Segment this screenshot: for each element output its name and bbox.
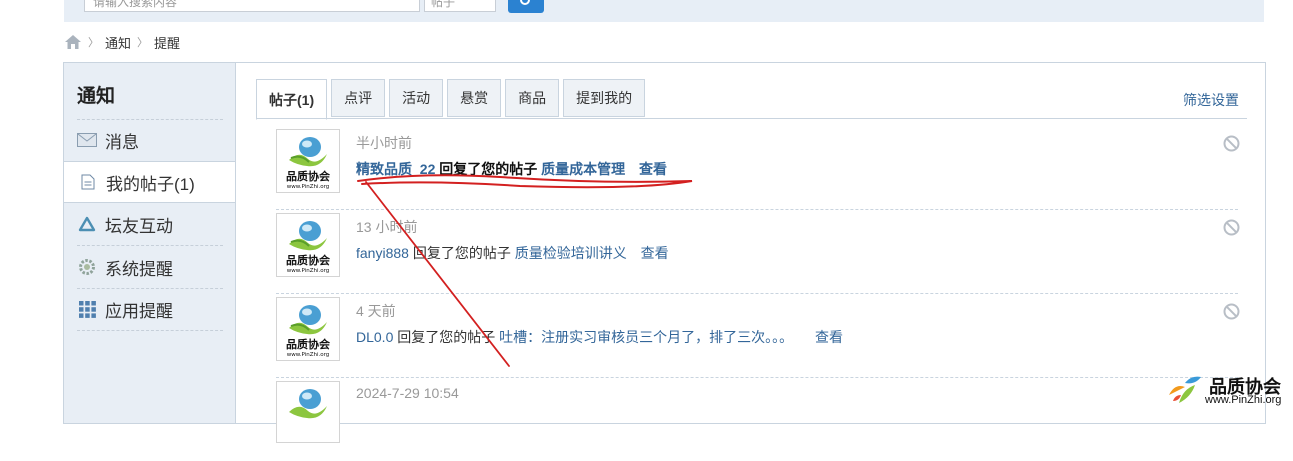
divider [256, 118, 1247, 119]
notice-view-link[interactable]: 查看 [639, 161, 667, 177]
envelope-icon [77, 132, 97, 148]
notice-thread-link[interactable]: 质量检验培训讲义 [515, 245, 627, 261]
sidebar-item-label: 系统提醒 [105, 259, 173, 279]
notice-user-link[interactable]: DL0.0 [356, 329, 393, 345]
tab-mentions[interactable]: 提到我的 [563, 79, 646, 117]
breadcrumb: 〉 通知 〉 提醒 [64, 33, 180, 51]
sidebar-item-apps[interactable]: 应用提醒 [77, 288, 223, 331]
breadcrumb-notice[interactable]: 通知 [105, 33, 131, 52]
search-input[interactable]: 请输入搜索内容 [84, 0, 420, 12]
sidebar-item-label: 应用提醒 [105, 301, 173, 321]
svg-text:www.PinZhi.org: www.PinZhi.org [287, 268, 330, 274]
sidebar-item-label: 消息 [105, 132, 139, 152]
home-icon[interactable] [64, 34, 82, 50]
grid-icon [77, 300, 97, 318]
breadcrumb-separator: 〉 [137, 37, 149, 49]
notice-view-link[interactable]: 查看 [641, 245, 669, 261]
notice-text: DL0.0 回复了您的帖子 吐槽：注册实习审核员三个月了，排了三次。。。 查看 [356, 327, 843, 347]
notice-time: 13 小时前 [356, 219, 418, 235]
leaf-logo-icon [1169, 376, 1201, 403]
notice-verb: 回复了您的帖子 [439, 161, 538, 177]
watermark-url: www.PinZhi.org [1205, 394, 1282, 406]
svg-text:品质协会: 品质协会 [286, 337, 331, 351]
sidebar-title: 通知 [77, 86, 116, 107]
tab-posts[interactable]: 帖子(1) [256, 79, 328, 120]
notice-item: 品质协会 www.PinZhi.org 13 小时前 fanyi888 回复了您… [276, 209, 1240, 294]
search-icon [520, 0, 530, 5]
gear-icon [77, 259, 97, 275]
notice-text: fanyi888 回复了您的帖子 质量检验培训讲义 查看 [356, 243, 669, 263]
ignore-icon[interactable] [1223, 303, 1240, 320]
ignore-icon[interactable] [1223, 219, 1240, 236]
svg-text:品质协会: 品质协会 [286, 169, 331, 183]
notice-item: 品质协会 www.PinZhi.org 4 天前 DL0.0 回复了您的帖子 吐… [276, 293, 1240, 378]
tab-comments[interactable]: 点评 [331, 79, 386, 117]
search-bar: 请输入搜索内容 帖子 [64, 0, 1264, 22]
recycle-icon [77, 216, 97, 232]
notice-thread-link[interactable]: 吐槽：注册实习审核员三个月了，排了三次。。。 [499, 329, 793, 345]
filter-settings-link[interactable]: 筛选设置 [1183, 90, 1239, 110]
svg-text:品质协会: 品质协会 [286, 253, 331, 267]
svg-text:www.PinZhi.org: www.PinZhi.org [287, 352, 330, 358]
avatar[interactable]: 品质协会 www.PinZhi.org [276, 297, 340, 361]
notice-text: 精致品质_22 回复了您的帖子 质量成本管理 查看 [356, 159, 667, 179]
search-button[interactable] [508, 0, 544, 13]
sidebar-item-system[interactable]: 系统提醒 [77, 246, 223, 289]
tab-activities[interactable]: 活动 [389, 79, 444, 117]
ignore-icon[interactable] [1223, 135, 1240, 152]
document-icon [78, 174, 98, 190]
tab-rewards[interactable]: 悬赏 [447, 79, 502, 117]
sidebar-item-interaction[interactable]: 坛友互动 [77, 203, 223, 246]
sidebar-item-label: 我的帖子(1) [106, 174, 195, 194]
notice-panel: 通知 消息 我的帖子(1) 坛友互动 系统提醒 应用提醒 帖子(1) 点评 活动… [63, 62, 1266, 443]
avatar[interactable]: 品质协会 www.PinZhi.org [276, 129, 340, 193]
notice-time: 4 天前 [356, 303, 396, 319]
notice-time: 半小时前 [356, 135, 412, 151]
tab-bar: 帖子(1) 点评 活动 悬赏 商品 提到我的 [256, 79, 649, 120]
breadcrumb-reminder[interactable]: 提醒 [154, 33, 180, 52]
notice-verb: 回复了您的帖子 [412, 245, 511, 261]
search-type-select[interactable]: 帖子 [424, 0, 496, 12]
svg-text:www.PinZhi.org: www.PinZhi.org [287, 184, 330, 190]
avatar[interactable] [276, 381, 340, 443]
notice-verb: 回复了您的帖子 [397, 329, 496, 345]
notice-time: 2024-7-29 10:54 [356, 385, 459, 401]
watermark-logo: 品质协会 www.PinZhi.org [1165, 373, 1290, 409]
notice-item: 品质协会 www.PinZhi.org 半小时前 精致品质_22 回复了您的帖子… [276, 125, 1240, 210]
notice-thread-link[interactable]: 质量成本管理 [541, 161, 625, 177]
notice-user-link[interactable]: 精致品质_22 [356, 161, 435, 177]
sidebar-item-messages[interactable]: 消息 [77, 119, 223, 162]
notice-item: 2024-7-29 10:54 [276, 377, 1238, 461]
sidebar: 通知 消息 我的帖子(1) 坛友互动 系统提醒 应用提醒 [64, 63, 236, 423]
breadcrumb-separator: 〉 [88, 37, 99, 49]
tab-goods[interactable]: 商品 [505, 79, 560, 117]
sidebar-item-my-posts[interactable]: 我的帖子(1) [64, 161, 235, 203]
avatar[interactable]: 品质协会 www.PinZhi.org [276, 213, 340, 277]
sidebar-item-label: 坛友互动 [105, 216, 173, 236]
notice-view-link[interactable]: 查看 [815, 329, 843, 345]
notice-user-link[interactable]: fanyi888 [356, 245, 409, 261]
